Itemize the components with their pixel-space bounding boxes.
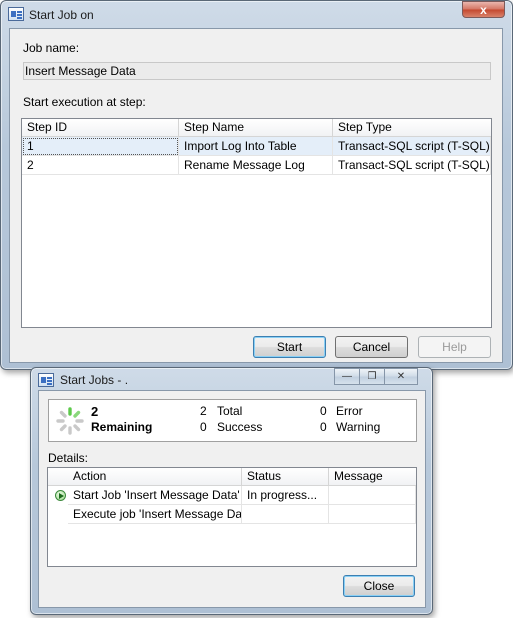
step-name-cell: Import Log Into Table bbox=[179, 137, 333, 156]
status-cell bbox=[242, 505, 329, 524]
progress-summary: 2 Remaining 2 Total 0 Success 0 Error 0 … bbox=[48, 399, 417, 442]
step-id-cell: 2 bbox=[22, 156, 179, 175]
total-value: 2 bbox=[200, 404, 207, 418]
start-job-dialog: Start Job on x Job name: Insert Message … bbox=[0, 0, 513, 370]
message-cell bbox=[329, 505, 416, 524]
message-cell bbox=[329, 486, 416, 505]
error-value: 0 bbox=[320, 404, 327, 418]
column-header-step-type[interactable]: Step Type bbox=[333, 119, 491, 136]
close-window-button[interactable]: x bbox=[462, 1, 505, 18]
start-jobs-titlebar[interactable]: Start Jobs - . — ❐ ✕ bbox=[31, 368, 432, 390]
total-label: Total bbox=[217, 404, 243, 418]
start-jobs-progress-window: Start Jobs - . — ❐ ✕ 2 Remaining 2 Total… bbox=[30, 367, 433, 615]
start-button[interactable]: Start bbox=[253, 336, 326, 358]
step-row-1[interactable]: 1 Import Log Into Table Transact-SQL scr… bbox=[22, 137, 491, 156]
cancel-button[interactable]: Cancel bbox=[335, 336, 408, 358]
column-header-status[interactable]: Status bbox=[242, 468, 329, 485]
step-name-cell: Rename Message Log bbox=[179, 156, 333, 175]
help-button[interactable]: Help bbox=[418, 336, 491, 358]
restore-icon[interactable]: ❐ bbox=[359, 368, 385, 385]
column-header-action[interactable]: Action bbox=[48, 468, 242, 485]
start-step-label: Start execution at step: bbox=[23, 95, 146, 109]
start-job-client-area: Job name: Insert Message Data Start exec… bbox=[9, 28, 503, 363]
ssms-app-icon bbox=[8, 7, 24, 21]
step-type-cell: Transact-SQL script (T-SQL) bbox=[333, 156, 491, 175]
detail-row-1[interactable]: Start Job 'Insert Message Data' In progr… bbox=[48, 486, 416, 505]
details-label: Details: bbox=[48, 451, 89, 465]
start-job-titlebar[interactable]: Start Job on x bbox=[1, 1, 512, 29]
action-cell: Execute job 'Insert Message Da... bbox=[68, 505, 242, 524]
minimize-icon[interactable]: — bbox=[334, 368, 360, 385]
details-grid[interactable]: Action Status Message Start Job 'Insert … bbox=[47, 467, 417, 567]
column-header-step-name[interactable]: Step Name bbox=[179, 119, 333, 136]
remaining-count: 2 bbox=[91, 404, 99, 419]
close-button[interactable]: Close bbox=[343, 575, 415, 597]
detail-row-2[interactable]: Execute job 'Insert Message Da... bbox=[48, 505, 416, 524]
status-cell: In progress... bbox=[242, 486, 329, 505]
details-grid-header: Action Status Message bbox=[48, 468, 416, 486]
step-id-cell: 1 bbox=[22, 137, 179, 156]
warning-label: Warning bbox=[336, 420, 381, 434]
progress-spinner-icon bbox=[56, 407, 84, 435]
success-label: Success bbox=[217, 420, 263, 434]
step-row-2[interactable]: 2 Rename Message Log Transact-SQL script… bbox=[22, 156, 491, 175]
close-icon[interactable]: ✕ bbox=[384, 368, 418, 385]
window-title: Start Job on bbox=[29, 8, 94, 22]
step-type-cell: Transact-SQL script (T-SQL) bbox=[333, 137, 491, 156]
success-value: 0 bbox=[200, 420, 207, 434]
play-circle-icon bbox=[55, 490, 66, 501]
warning-value: 0 bbox=[320, 420, 327, 434]
action-cell: Start Job 'Insert Message Data' bbox=[68, 486, 242, 505]
column-header-message[interactable]: Message bbox=[329, 468, 416, 485]
start-jobs-client-area: 2 Remaining 2 Total 0 Success 0 Error 0 … bbox=[38, 390, 426, 608]
steps-grid[interactable]: Step ID Step Name Step Type 1 Import Log… bbox=[21, 118, 492, 328]
remaining-label: Remaining bbox=[91, 420, 153, 434]
column-header-step-id[interactable]: Step ID bbox=[22, 119, 179, 136]
job-name-field: Insert Message Data bbox=[23, 62, 491, 80]
window-title: Start Jobs - . bbox=[60, 373, 129, 387]
steps-grid-header: Step ID Step Name Step Type bbox=[22, 119, 491, 137]
ssms-app-icon bbox=[38, 373, 54, 387]
job-name-value: Insert Message Data bbox=[25, 64, 136, 78]
job-name-label: Job name: bbox=[23, 41, 80, 55]
error-label: Error bbox=[336, 404, 363, 418]
